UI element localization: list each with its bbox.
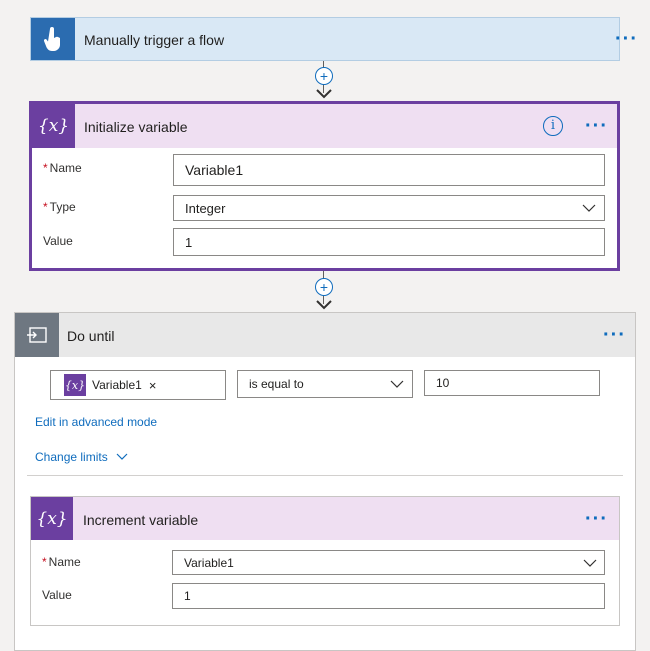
card-header[interactable]: {x} Initialize variable i ··· bbox=[32, 104, 617, 148]
token-label: Variable1 bbox=[92, 378, 142, 392]
info-icon[interactable]: i bbox=[543, 116, 563, 136]
connector-2: + bbox=[314, 271, 334, 312]
variable-icon: {x} bbox=[32, 104, 75, 148]
arrow-down-icon bbox=[316, 300, 332, 310]
increment-variable-menu-button[interactable]: ··· bbox=[585, 509, 608, 529]
connector-1: + bbox=[314, 61, 334, 101]
chevron-down-icon bbox=[583, 559, 597, 567]
init-variable-title: Initialize variable bbox=[84, 119, 188, 135]
do-until-title: Do until bbox=[67, 328, 115, 344]
value-input[interactable]: 1 bbox=[173, 228, 605, 256]
chevron-down-icon bbox=[116, 453, 128, 460]
change-limits-link[interactable]: Change limits bbox=[35, 450, 128, 464]
name-dropdown[interactable]: Variable1 bbox=[172, 550, 605, 575]
chevron-down-icon bbox=[582, 204, 596, 212]
increment-variable-title: Increment variable bbox=[83, 512, 199, 528]
touch-hand-icon bbox=[31, 18, 75, 60]
condition-right-input[interactable]: 10 bbox=[424, 370, 600, 396]
value-input[interactable]: 1 bbox=[172, 583, 605, 609]
condition-left-input[interactable]: {x} Variable1 × bbox=[50, 370, 226, 400]
edit-advanced-mode-link[interactable]: Edit in advanced mode bbox=[35, 415, 157, 429]
do-until-menu-button[interactable]: ··· bbox=[603, 325, 626, 345]
operator-value: is equal to bbox=[249, 377, 304, 391]
name-label: * Name bbox=[42, 555, 81, 569]
chevron-down-icon bbox=[390, 380, 404, 388]
type-value: Integer bbox=[185, 200, 226, 216]
type-label: * Type bbox=[43, 200, 76, 214]
add-step-button-1[interactable]: + bbox=[315, 67, 333, 85]
name-label: * Name bbox=[43, 161, 82, 175]
trigger-card[interactable]: Manually trigger a flow ··· bbox=[30, 17, 637, 61]
trigger-title: Manually trigger a flow bbox=[84, 32, 225, 48]
add-step-button-2[interactable]: + bbox=[315, 278, 333, 296]
arrow-down-icon bbox=[316, 89, 332, 99]
remove-token-button[interactable]: × bbox=[149, 378, 157, 393]
divider bbox=[27, 475, 623, 476]
init-variable-menu-button[interactable]: ··· bbox=[585, 116, 608, 136]
name-value: Variable1 bbox=[184, 555, 234, 570]
variable-icon: {x} bbox=[31, 497, 73, 540]
increment-variable-card[interactable]: {x} Increment variable ··· * Name Variabl… bbox=[30, 496, 620, 626]
name-input[interactable]: Variable1 bbox=[173, 154, 605, 186]
operator-dropdown[interactable]: is equal to bbox=[237, 370, 413, 398]
variable-icon: {x} bbox=[64, 374, 86, 396]
do-until-header[interactable]: Do until ··· bbox=[15, 313, 635, 357]
type-dropdown[interactable]: Integer bbox=[173, 195, 605, 221]
initialize-variable-card[interactable]: {x} Initialize variable i ··· * Name Vari… bbox=[29, 101, 620, 271]
card-header[interactable]: {x} Increment variable ··· bbox=[31, 497, 619, 540]
value-label: Value bbox=[42, 588, 72, 602]
change-limits-label: Change limits bbox=[35, 450, 108, 464]
loop-icon bbox=[15, 313, 59, 357]
trigger-menu-button[interactable]: ··· bbox=[615, 29, 638, 49]
dynamic-content-token: {x} Variable1 × bbox=[64, 374, 156, 396]
value-label: Value bbox=[43, 234, 73, 248]
